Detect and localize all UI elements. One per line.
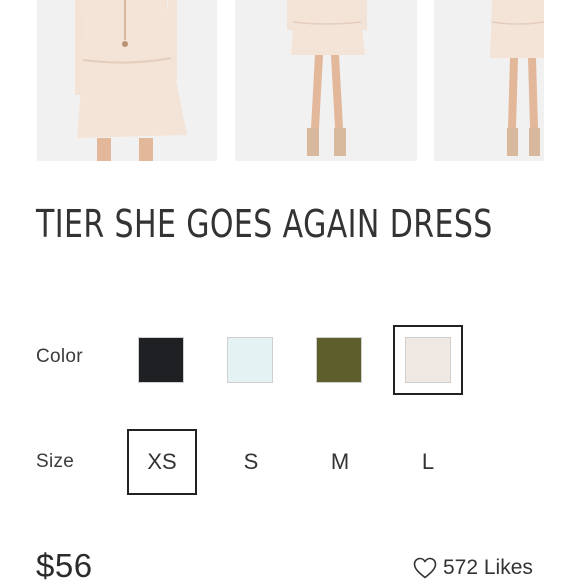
product-title: TIER SHE GOES AGAIN DRESS: [36, 202, 493, 246]
likes-count: 572 Likes: [443, 556, 533, 579]
swatch-fill: [405, 337, 451, 383]
color-swatch-olive[interactable]: [304, 325, 374, 395]
color-swatch-black[interactable]: [126, 325, 196, 395]
color-swatch-light-blue[interactable]: [215, 325, 285, 395]
size-label: Size: [36, 451, 75, 472]
like-button[interactable]: 572 Likes: [413, 556, 533, 580]
dress-photo: [235, 0, 417, 161]
size-option-s[interactable]: S: [216, 429, 286, 495]
product-price: $56: [36, 547, 93, 580]
color-label: Color: [36, 346, 83, 367]
size-option-m[interactable]: M: [305, 429, 375, 495]
product-image-3[interactable]: [434, 0, 544, 161]
swatch-fill: [316, 337, 362, 383]
size-option-xs[interactable]: XS: [127, 429, 197, 495]
dress-photo: [37, 0, 217, 161]
swatch-fill: [138, 337, 184, 383]
product-image-1[interactable]: [37, 0, 217, 161]
product-image-2[interactable]: [235, 0, 417, 161]
color-swatch-blush[interactable]: [393, 325, 463, 395]
heart-outline-icon: [413, 557, 437, 579]
product-page: TIER SHE GOES AGAIN DRESS Color Size XS …: [0, 0, 580, 580]
swatch-fill: [227, 337, 273, 383]
size-option-l[interactable]: L: [393, 429, 463, 495]
dress-photo: [434, 0, 544, 161]
